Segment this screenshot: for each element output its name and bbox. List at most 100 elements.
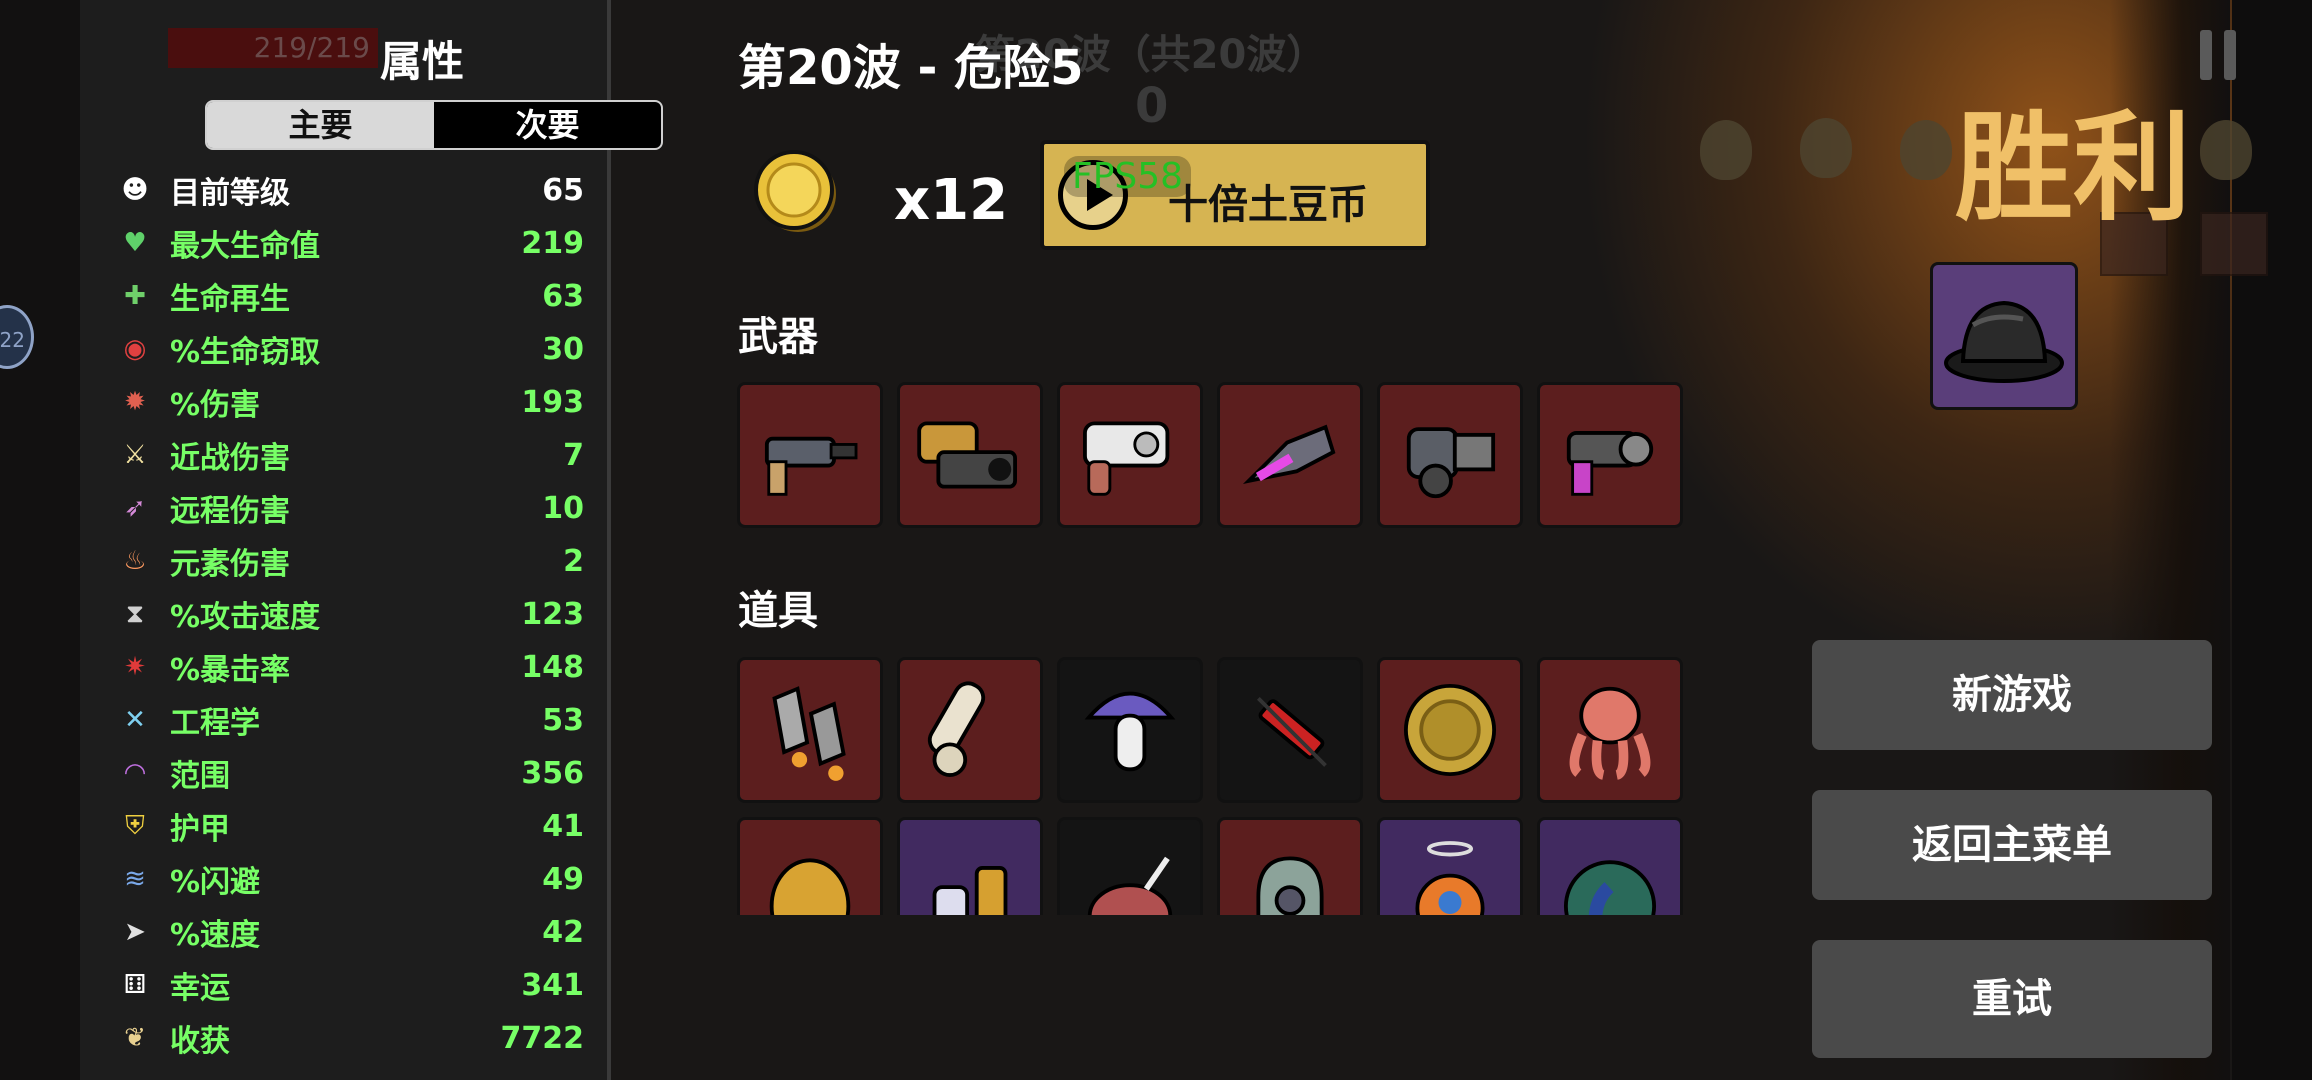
stat-value: 30 [542,331,584,367]
peacock-icon[interactable] [1537,817,1683,915]
victory-title: 胜利 [1955,99,2192,237]
stat-label: 近战伤害 [170,441,290,476]
stat-value: 148 [521,649,584,685]
dodge-icon: ≋ [124,864,146,894]
items-title: 道具 [738,588,818,634]
tab-secondary[interactable]: 次要 [434,102,661,148]
stat-label: 元素伤害 [170,547,290,582]
background-crate [2200,212,2268,276]
angel-robot-icon[interactable] [1377,817,1523,915]
stat-label: 目前等级 [170,176,290,211]
stat-row: ◠ 范围 356 [118,753,584,795]
background-counter: 0 [1135,78,1169,134]
main-menu-button[interactable]: 返回主菜单 [1812,790,2212,900]
stat-row: ➶ 远程伤害 10 [118,488,584,530]
stat-row: ☻ 目前等级 65 [118,170,584,212]
weapons-title: 武器 [738,314,818,360]
coin-count: x12 [894,168,1009,233]
regen-icon: ✚ [124,281,146,311]
rockets-icon[interactable] [737,657,883,803]
stat-label: 工程学 [170,706,260,741]
octopus-icon[interactable] [1537,657,1683,803]
stat-value: 10 [542,490,584,526]
stat-row: ≋ %闪避 49 [118,859,584,901]
stats-title: 属性 [380,37,465,86]
stat-value: 53 [542,702,584,738]
cannon-icon[interactable] [897,382,1043,528]
elemental-icon: ♨ [123,546,147,576]
stat-label: %速度 [170,918,261,953]
stat-label: 生命再生 [170,282,290,317]
background-enemy [2200,120,2252,180]
bonus-coin-button[interactable]: FPS58 十倍土豆币 [1040,140,1430,250]
creature-icon[interactable] [1057,817,1203,915]
stat-value: 123 [521,596,584,632]
level-icon: ☻ [121,175,149,205]
stat-label: %生命窃取 [170,335,321,370]
wave-title: 第20波 - 危险5 [738,40,1084,96]
tab-primary[interactable]: 主要 [207,102,434,148]
armor-icon: ⛨ [125,810,145,841]
stat-label: 收获 [170,1024,230,1059]
lifesteal-icon: ◉ [123,334,147,364]
stat-label: %暴击率 [170,653,291,688]
potato-icon[interactable] [737,817,883,915]
gold-coin-icon[interactable] [1377,657,1523,803]
stat-row: ➤ %速度 42 [118,912,584,954]
gun-icon[interactable] [737,382,883,528]
attack-speed-icon: ⧗ [125,598,145,629]
stat-label: 最大生命值 [170,229,320,264]
mushroom-icon[interactable] [1057,657,1203,803]
syringe-icon[interactable] [1217,657,1363,803]
new-game-button[interactable]: 新游戏 [1812,640,2212,750]
stat-value: 356 [521,755,584,791]
stats-tab-group: 主要 次要 [205,100,663,150]
stat-value: 7722 [500,1020,585,1056]
potato-coin-icon [754,150,836,232]
stat-value: 49 [542,861,584,897]
stat-label: %伤害 [170,388,261,423]
harvest-icon: ❦ [124,1023,146,1053]
stat-label: 远程伤害 [170,494,290,529]
stat-value: 341 [521,967,584,1003]
stat-value: 63 [542,278,584,314]
ranged-icon: ➶ [124,493,146,523]
blaster-icon[interactable] [1537,382,1683,528]
stat-row: ⚔ 近战伤害 7 [118,435,584,477]
stat-value: 219 [521,225,584,261]
potion-icon[interactable] [897,817,1043,915]
ghost-hp-bar: 219/219 [168,28,378,68]
bonus-coin-label: 十倍土豆币 [1168,182,1368,228]
stat-row: ⧗ %攻击速度 123 [118,594,584,636]
background-enemy [1800,118,1852,178]
laser-gun-icon[interactable] [1217,382,1363,528]
revolver-icon[interactable] [1057,382,1203,528]
speed-icon: ➤ [124,917,146,947]
stat-row: ✕ 工程学 53 [118,700,584,742]
stat-row: ♥ 最大生命值 219 [118,223,584,265]
stat-label: %攻击速度 [170,600,321,635]
stat-row: ❦ 收获 7722 [118,1018,585,1060]
bowler-hat-icon[interactable] [1930,262,2078,410]
crit-icon: ✷ [124,652,146,682]
stat-label: 护甲 [170,812,230,847]
luck-icon: ⚅ [123,970,147,1000]
stat-row: ✷ %暴击率 148 [118,647,584,689]
stat-label: 幸运 [170,971,230,1006]
pause-icon[interactable] [2200,30,2240,80]
stat-value: 2 [563,543,584,579]
minigun-icon[interactable] [1377,382,1523,528]
stat-row: ♨ 元素伤害 2 [118,541,584,583]
stat-row: ◉ %生命窃取 30 [118,329,584,371]
stat-label: %闪避 [170,865,261,900]
stat-label: 范围 [170,759,230,794]
left-edge [0,0,80,1080]
stat-value: 7 [563,437,584,473]
heart-icon: ♥ [123,228,147,258]
stat-row: ✹ %伤害 193 [118,382,584,424]
engineering-icon: ✕ [124,705,146,735]
retry-button[interactable]: 重试 [1812,940,2212,1058]
stat-value: 193 [521,384,584,420]
pod-icon[interactable] [1217,817,1363,915]
scroll-icon[interactable] [897,657,1043,803]
